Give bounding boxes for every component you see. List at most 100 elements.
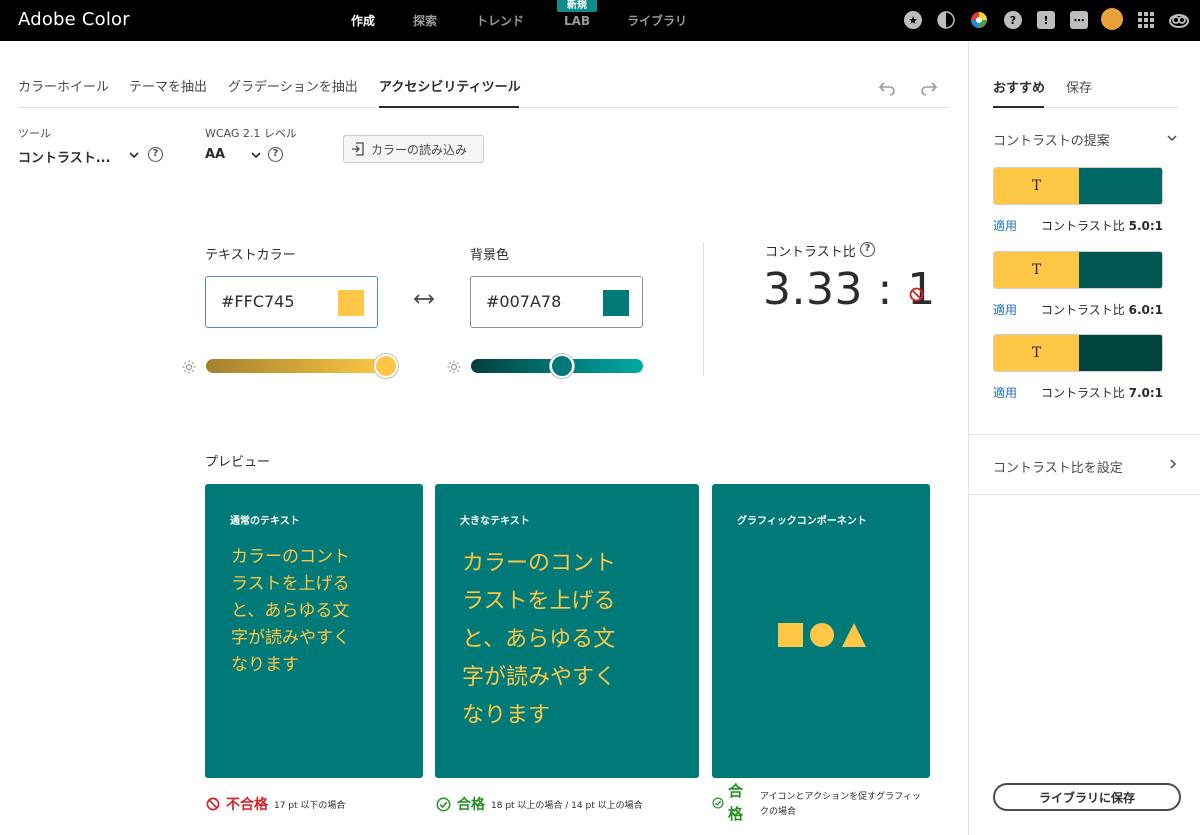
suggestion-swatch[interactable]: T xyxy=(993,334,1163,372)
text-brightness-handle[interactable] xyxy=(374,354,398,378)
bg-brightness-handle[interactable] xyxy=(550,354,574,378)
bg-color-swatch[interactable] xyxy=(603,290,629,316)
tab-extract-theme[interactable]: テーマを抽出 xyxy=(129,76,207,95)
suggestion-swatch[interactable]: T xyxy=(993,251,1163,289)
card-text-line: なります xyxy=(231,655,299,675)
bg-color-field[interactable]: #007A78 xyxy=(470,276,643,328)
card-title: 大きなテキスト xyxy=(460,516,530,527)
card-title: グラフィックコンポーネント xyxy=(737,516,867,527)
text-color-label: テキストカラー xyxy=(205,248,296,263)
tab-recommended[interactable]: おすすめ xyxy=(993,77,1045,96)
import-icon xyxy=(352,142,364,156)
suggestion-ratio-value: 6.0:1 xyxy=(1128,303,1163,317)
result-note: 18 pt 以上の場合 / 14 pt 以上の場合 xyxy=(491,800,643,811)
undo-icon[interactable] xyxy=(878,80,896,96)
nav-explore[interactable]: 探索 xyxy=(413,12,437,29)
wcag-label: WCAG 2.1 レベル xyxy=(205,127,297,140)
text-color-field[interactable]: #FFC745 xyxy=(205,276,378,328)
tab-color-wheel[interactable]: カラーホイール xyxy=(18,76,109,95)
divider xyxy=(969,494,1200,495)
import-label: カラーの読み込み xyxy=(371,142,468,157)
result-note: 17 pt 以下の場合 xyxy=(274,800,346,811)
tool-tabs: カラーホイール テーマを抽出 グラデーションを抽出 アクセシビリティツール xyxy=(18,76,948,108)
contrast-ratio-label: コントラスト比 xyxy=(765,245,856,260)
fail-icon xyxy=(909,287,924,302)
text-color-swatch[interactable] xyxy=(338,290,364,316)
help-icon[interactable]: ? xyxy=(860,242,875,257)
tool-select[interactable]: コントラスト... xyxy=(18,147,111,166)
suggestion-ratio-label: コントラスト比 xyxy=(1041,386,1125,400)
apply-link[interactable]: 適用 xyxy=(993,384,1017,401)
chevron-down-icon[interactable] xyxy=(1167,133,1177,143)
preview-card-graphics: グラフィックコンポーネント xyxy=(712,484,930,778)
save-to-library-button[interactable]: ライブラリに保存 xyxy=(993,783,1181,811)
color-wheel-icon[interactable] xyxy=(970,11,988,29)
nav-lab[interactable]: LAB xyxy=(564,14,590,28)
tab-extract-gradient[interactable]: グラデーションを抽出 xyxy=(228,76,358,95)
text-color-hex[interactable]: #FFC745 xyxy=(221,292,295,311)
card-text-line: カラーのコント xyxy=(462,551,617,576)
suggestion-text-color: T xyxy=(994,168,1079,204)
nav-libraries[interactable]: ライブラリ xyxy=(627,12,687,29)
swap-icon[interactable] xyxy=(414,292,434,306)
card-text-line: と、あらゆる文 xyxy=(231,601,350,621)
chat-icon[interactable]: ⋯ xyxy=(1070,11,1088,29)
app-logo[interactable]: Adobe Color xyxy=(18,9,130,30)
card-sample-text: カラーのコント ラストを上げる と、あらゆる文 字が読みやすく なります xyxy=(231,544,350,679)
top-bar: Adobe Color 作成 探索 トレンド 新規 LAB ライブラリ ★ ? … xyxy=(0,0,1200,41)
help-icon[interactable]: ? xyxy=(148,147,163,162)
card-text-line: ラストを上げる xyxy=(231,574,350,594)
help-icon[interactable]: ? xyxy=(1004,11,1022,29)
apps-grid-icon[interactable] xyxy=(1137,11,1155,29)
contrast-suggestions-header[interactable]: コントラストの提案 xyxy=(993,130,1110,149)
suggestion-ratio-value: 5.0:1 xyxy=(1128,219,1163,233)
apply-link[interactable]: 適用 xyxy=(993,217,1017,234)
divider xyxy=(969,434,1200,435)
suggestion-bg-color xyxy=(1079,168,1162,204)
suggestion-bg-color xyxy=(1079,335,1162,371)
set-contrast-ratio[interactable]: コントラスト比を設定 xyxy=(993,457,1123,476)
apply-link[interactable]: 適用 xyxy=(993,301,1017,318)
divider xyxy=(703,242,704,376)
wcag-select[interactable]: AA xyxy=(205,147,225,162)
chevron-right-icon[interactable] xyxy=(1168,459,1178,469)
suggestion-ratio-label: コントラスト比 xyxy=(1041,219,1125,233)
suggestion-swatch[interactable]: T xyxy=(993,167,1163,205)
card-text-line: と、あらゆる文 xyxy=(462,627,616,652)
import-colors-button[interactable]: カラーの読み込み xyxy=(343,135,484,163)
chevron-down-icon[interactable] xyxy=(251,150,261,160)
result-graphics: 合格 アイコンとアクションを促すグラフィックの場合 xyxy=(712,780,928,826)
bg-color-hex[interactable]: #007A78 xyxy=(486,292,561,311)
circle-shape xyxy=(810,623,834,647)
suggestion-text-color: T xyxy=(994,335,1079,371)
right-panel: おすすめ 保存 コントラストの提案 T 適用 コントラスト比 5.0:1 T 適… xyxy=(968,41,1200,835)
help-icon[interactable]: ? xyxy=(268,147,283,162)
preview-label: プレビュー xyxy=(205,455,271,470)
avatar[interactable] xyxy=(1101,8,1123,30)
redo-icon[interactable] xyxy=(920,80,938,96)
text-brightness-slider[interactable] xyxy=(206,359,386,373)
suggestion-ratio: コントラスト比 7.0:1 xyxy=(1041,384,1163,401)
graphic-shapes xyxy=(778,623,866,647)
new-badge: 新規 xyxy=(557,0,597,12)
card-text-line: なります xyxy=(462,703,551,728)
tab-accessibility[interactable]: アクセシビリティツール xyxy=(379,76,521,95)
result-status: 合格 xyxy=(457,797,485,813)
suggestion-ratio-label: コントラスト比 xyxy=(1041,303,1125,317)
tab-saved[interactable]: 保存 xyxy=(1066,77,1092,96)
dark-mode-icon[interactable] xyxy=(937,11,955,29)
nav-create[interactable]: 作成 xyxy=(351,12,375,29)
preview-card-large-text: 大きなテキスト カラーのコント ラストを上げる と、あらゆる文 字が読みやすく … xyxy=(435,484,699,778)
creative-cloud-icon[interactable] xyxy=(1168,11,1190,29)
card-text-line: 字が読みやすく xyxy=(462,665,617,690)
nav-trends[interactable]: トレンド xyxy=(476,12,524,29)
square-shape xyxy=(778,623,803,647)
preview-card-normal-text: 通常のテキスト カラーのコント ラストを上げる と、あらゆる文 字が読みやすく … xyxy=(205,484,423,778)
active-tab-underline xyxy=(993,106,1044,108)
chevron-down-icon[interactable] xyxy=(129,150,139,160)
bg-color-label: 背景色 xyxy=(470,248,510,263)
card-title: 通常のテキスト xyxy=(230,516,300,527)
feedback-icon[interactable]: ! xyxy=(1037,11,1055,29)
star-icon[interactable]: ★ xyxy=(904,11,922,29)
brightness-icon xyxy=(182,360,196,374)
